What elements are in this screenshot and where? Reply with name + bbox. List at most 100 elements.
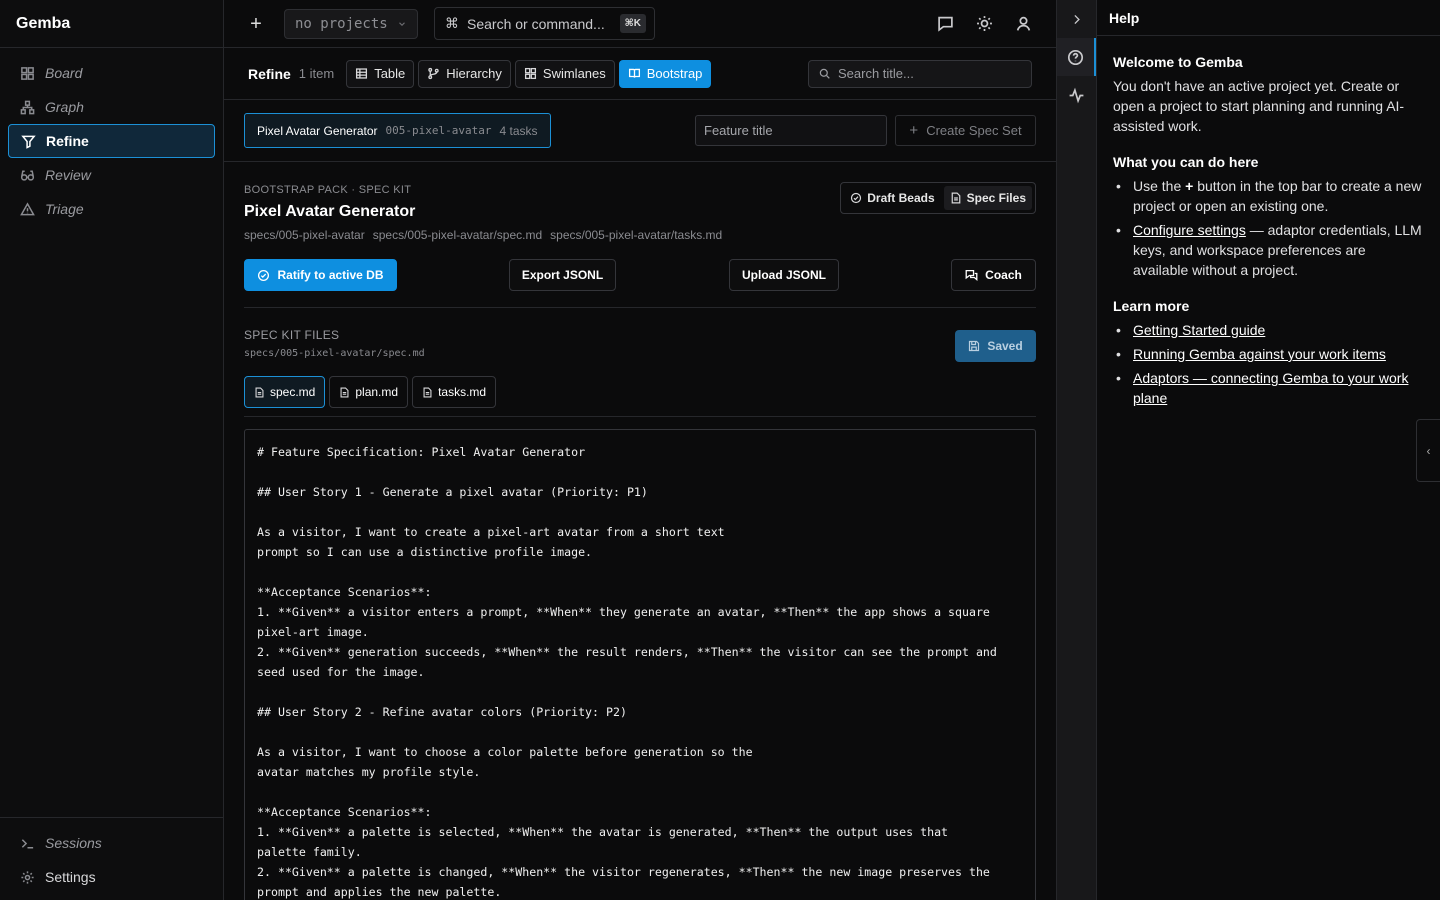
sidebar-item-refine[interactable]: Refine [8,124,215,158]
sidebar-item-board[interactable]: Board [8,56,215,90]
new-project-button[interactable]: + [246,14,266,34]
command-palette-input[interactable]: ⌘ Search or command... ⌘K [434,7,655,40]
sidebar-item-label: Board [45,65,83,81]
file-tab-label: tasks.md [438,385,487,399]
help-can-do-heading: What you can do here [1113,154,1259,170]
app-logo: Gemba [0,0,223,48]
file-editor[interactable]: # Feature Specification: Pixel Avatar Ge… [244,429,1036,900]
sidebar: Gemba Board Graph Refine Review Triage S… [0,0,224,900]
spec-summary: BOOTSTRAP PACK · SPEC KIT Pixel Avatar G… [244,162,1036,308]
feature-title-placeholder: Feature title [704,123,773,138]
panel-edge-handle[interactable]: ‹ [1416,419,1440,482]
help-welcome-text: You don't have an active project yet. Cr… [1113,78,1405,134]
view-label: Bootstrap [646,66,703,81]
chevron-right-icon [1074,14,1080,24]
files-overline: SPEC KIT FILES [244,328,340,342]
spec-chip-tasks: 4 tasks [499,123,538,138]
sidebar-item-label: Sessions [45,835,102,851]
help-panel: Help Welcome to Gemba You don't have an … [1097,0,1440,900]
export-jsonl-button[interactable]: Export JSONL [509,259,616,291]
button-label: Ratify to active DB [277,268,384,282]
rail-activity-button[interactable] [1057,76,1096,114]
saved-button[interactable]: Saved [955,330,1036,362]
rail-help-button[interactable] [1057,38,1096,76]
editor-content[interactable]: # Feature Specification: Pixel Avatar Ge… [257,442,1023,900]
configure-settings-link[interactable]: Configure settings [1133,222,1246,238]
view-table-button[interactable]: Table [346,59,415,88]
search-title-input[interactable]: Search title... [808,59,1032,88]
file-tab-label: spec.md [270,385,316,399]
button-label: Export JSONL [521,268,604,282]
file-tab-tasks[interactable]: tasks.md [412,376,497,408]
bullet-text: Use the [1133,178,1186,194]
sun-icon[interactable] [976,15,993,32]
file-tabs: spec.md plan.md tasks.md [244,376,497,408]
check-circle-icon [258,269,270,281]
command-placeholder: Search or command... [467,15,605,32]
draft-beads-toggle[interactable]: Draft Beads [844,186,940,210]
file-tab-plan[interactable]: plan.md [329,376,409,408]
save-icon [969,340,980,352]
file-icon [423,386,432,398]
upload-jsonl-button[interactable]: Upload JSONL [729,259,839,291]
coach-button[interactable]: Coach [951,259,1036,291]
spec-kit-files: SPEC KIT FILES specs/005-pixel-avatar/sp… [244,308,1036,417]
list-item: Configure settings — adaptor credentials… [1113,220,1424,280]
list-item: Getting Started guide [1113,320,1424,340]
create-spec-set-button[interactable]: + Create Spec Set [895,115,1036,146]
sidebar-item-label: Settings [45,869,96,885]
create-label: Create Spec Set [926,123,1022,138]
file-tab-spec[interactable]: spec.md [244,376,326,408]
sidebar-item-label: Graph [45,99,84,115]
spec-path: specs/005-pixel-avatar/tasks.md [550,228,723,242]
file-tab-label: plan.md [355,385,399,399]
view-label: Swimlanes [542,66,606,81]
command-icon: ⌘ [445,15,459,31]
adaptors-link[interactable]: Adaptors — connecting Gemba to your work… [1133,370,1408,406]
right-rail [1056,0,1097,900]
project-select-value: no projects [295,15,388,32]
spec-chip-name: Pixel Avatar Generator [257,123,378,138]
spec-path: specs/005-pixel-avatar [244,228,365,242]
sidebar-item-graph[interactable]: Graph [8,90,215,124]
glasses-icon [20,170,35,181]
getting-started-link[interactable]: Getting Started guide [1133,322,1265,338]
project-select[interactable]: no projects [284,8,418,39]
spec-set-chip[interactable]: Pixel Avatar Generator 005-pixel-avatar … [244,113,551,148]
terminal-icon [21,838,34,848]
check-circle-icon [851,192,862,204]
sidebar-item-sessions[interactable]: Sessions [8,826,215,860]
app-root: Gemba Board Graph Refine Review Triage S… [0,0,1440,900]
list-item: Running Gemba against your work items [1113,344,1424,364]
triangle-alert-icon [20,201,35,215]
search-icon [819,68,830,79]
ratify-button[interactable]: Ratify to active DB [244,259,397,291]
graph-icon [20,100,35,114]
help-body: Welcome to Gemba You don't have an activ… [1097,36,1440,408]
help-title: Help [1097,0,1440,36]
sidebar-footer: Sessions Settings [0,817,223,900]
running-gemba-link[interactable]: Running Gemba against your work items [1133,346,1386,362]
shortcut-badge: ⌘K [619,14,646,33]
help-links-list: Getting Started guide Running Gemba agai… [1113,320,1424,408]
item-count: 1 item [298,66,335,81]
view-hierarchy-button[interactable]: Hierarchy [418,59,511,88]
view-bootstrap-button[interactable]: Bootstrap [618,59,712,88]
sidebar-item-settings[interactable]: Settings [8,860,215,894]
view-swimlanes-button[interactable]: Swimlanes [514,59,615,88]
book-open-icon [628,68,640,78]
sidebar-item-review[interactable]: Review [8,158,215,192]
saved-label: Saved [987,339,1023,353]
spec-files-toggle[interactable]: Spec Files [943,186,1032,210]
help-can-do-list: Use the + button in the top bar to creat… [1113,176,1424,280]
help-learn-heading: Learn more [1113,298,1190,314]
sidebar-item-triage[interactable]: Triage [8,192,215,226]
feature-title-input[interactable]: Feature title [695,115,887,146]
collapse-panel-button[interactable] [1057,0,1096,38]
file-icon [255,386,264,398]
spec-actions: Ratify to active DB Export JSONL Upload … [244,259,1036,291]
button-label: Coach [985,268,1022,282]
chat-icon[interactable] [937,15,954,32]
help-welcome-heading: Welcome to Gemba [1113,54,1243,70]
user-icon[interactable] [1015,15,1032,32]
